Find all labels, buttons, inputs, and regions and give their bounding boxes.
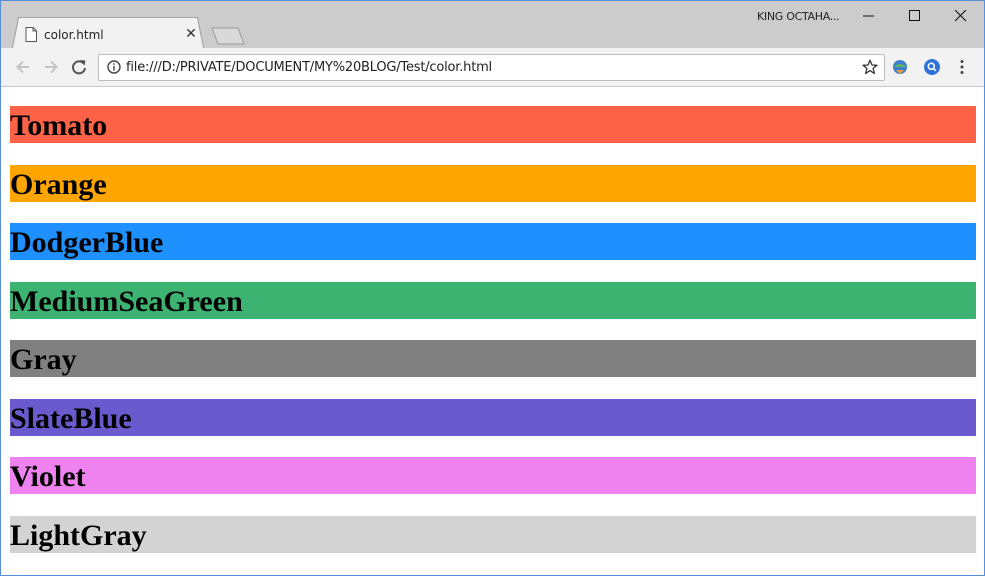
tab-strip: color.html ✕ KING OCTAHA... (1, 1, 984, 48)
color-bar-label: Gray (10, 343, 77, 376)
color-bar-label: Orange (10, 168, 107, 201)
back-arrow-icon[interactable] (14, 58, 32, 76)
page-content: Tomato Orange DodgerBlue MediumSeaGreen … (1, 87, 984, 575)
address-bar[interactable]: file:///D:/PRIVATE/DOCUMENT/MY%20BLOG/Te… (98, 54, 885, 81)
idm-extension-icon[interactable] (891, 58, 909, 76)
bookmark-star-icon[interactable] (862, 59, 878, 75)
color-bar-tomato: Tomato (10, 106, 976, 143)
forward-arrow-icon[interactable] (42, 58, 60, 76)
tab-title: color.html (44, 28, 104, 42)
minimize-icon[interactable] (846, 1, 892, 31)
color-bar-label: LightGray (10, 519, 147, 552)
color-bar-gray: Gray (10, 340, 976, 377)
browser-window: color.html ✕ KING OCTAHA... file:///D:/P… (0, 0, 985, 576)
url-text[interactable]: file:///D:/PRIVATE/DOCUMENT/MY%20BLOG/Te… (126, 60, 492, 75)
reload-icon[interactable] (70, 58, 88, 76)
color-bar-violet: Violet (10, 457, 976, 494)
browser-toolbar: file:///D:/PRIVATE/DOCUMENT/MY%20BLOG/Te… (1, 48, 984, 87)
color-bar-label: Tomato (10, 109, 108, 142)
color-bar-orange: Orange (10, 165, 976, 202)
color-bar-dodgerblue: DodgerBlue (10, 223, 976, 260)
close-icon[interactable] (938, 1, 984, 31)
color-bar-label: DodgerBlue (10, 226, 164, 259)
tab-color-html[interactable] (13, 18, 203, 48)
color-bar-label: SlateBlue (10, 402, 132, 435)
search-extension-icon[interactable] (923, 58, 941, 76)
color-bar-label: Violet (10, 460, 86, 493)
maximize-icon[interactable] (892, 1, 938, 31)
profile-name[interactable]: KING OCTAHA... (757, 10, 840, 23)
more-vert-icon[interactable] (953, 58, 971, 76)
new-tab-button[interactable] (211, 27, 245, 45)
tab-close-icon[interactable]: ✕ (184, 26, 198, 40)
color-bar-slateblue: SlateBlue (10, 399, 976, 436)
color-bar-lightgray: LightGray (10, 516, 976, 553)
info-icon[interactable] (107, 60, 121, 74)
color-bar-label: MediumSeaGreen (10, 285, 243, 318)
page-icon (25, 27, 37, 42)
color-bar-mediumseagreen: MediumSeaGreen (10, 282, 976, 319)
